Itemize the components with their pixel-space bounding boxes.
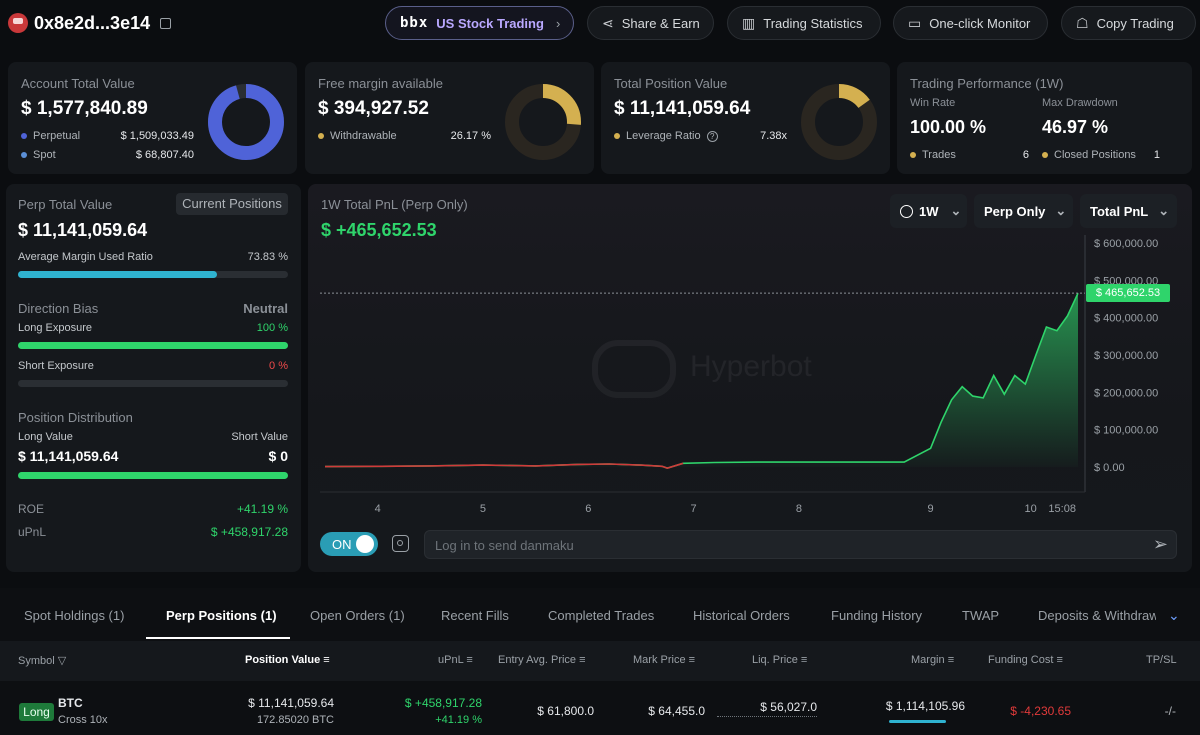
x-tick-label: 4 bbox=[375, 503, 381, 515]
table-row[interactable]: Long BTC Cross 10x $ 11,141,059.64 172.8… bbox=[0, 684, 1200, 735]
th-funding-cost[interactable]: Funding Cost ≡ bbox=[988, 654, 1063, 666]
sort-icon[interactable]: ≡ bbox=[948, 654, 954, 666]
y-tick-label: $ 200,000.00 bbox=[1094, 387, 1158, 399]
tab-spot-holdings[interactable]: Spot Holdings (1) bbox=[24, 608, 124, 623]
danmaku-placeholder: Log in to send danmaku bbox=[435, 538, 574, 553]
x-tick-label: 9 bbox=[927, 503, 933, 515]
sort-icon[interactable]: ≡ bbox=[323, 654, 329, 666]
entry-price-cell: $ 61,800.0 bbox=[537, 704, 594, 718]
settings-icon[interactable] bbox=[392, 535, 409, 552]
th-upnl[interactable]: uPnL ≡ bbox=[438, 654, 473, 666]
filter-icon[interactable]: ▽ bbox=[58, 655, 66, 667]
y-tick-label: $ 100,000.00 bbox=[1094, 425, 1158, 437]
sort-icon[interactable]: ≡ bbox=[466, 654, 472, 666]
funding-cost-cell: $ -4,230.65 bbox=[1010, 704, 1071, 718]
th-liq-price[interactable]: Liq. Price ≡ bbox=[752, 654, 807, 666]
tab-historical-orders[interactable]: Historical Orders bbox=[693, 608, 790, 623]
upnl-cell: $ +458,917.28 bbox=[404, 696, 482, 710]
margin-ratio-bar bbox=[889, 720, 946, 723]
th-mark-price[interactable]: Mark Price ≡ bbox=[633, 654, 695, 666]
tab-twap[interactable]: TWAP bbox=[962, 608, 999, 623]
tab-recent-fills[interactable]: Recent Fills bbox=[441, 608, 509, 623]
pnl-area-fill bbox=[325, 293, 1078, 469]
x-tick-label: 5 bbox=[480, 503, 486, 515]
danmaku-toggle[interactable]: ON bbox=[320, 532, 378, 556]
x-tick-label: 6 bbox=[585, 503, 591, 515]
th-symbol[interactable]: Symbol ▽ bbox=[18, 654, 66, 667]
x-tick-label: 15:08 bbox=[1048, 503, 1076, 515]
side-badge: Long bbox=[19, 703, 54, 721]
sort-icon[interactable]: ≡ bbox=[689, 654, 695, 666]
current-value-badge: $ 465,652.53 bbox=[1086, 284, 1170, 303]
x-tick-label: 8 bbox=[796, 503, 802, 515]
danmaku-input[interactable]: Log in to send danmaku ➢ bbox=[424, 530, 1177, 559]
position-value-cell: $ 11,141,059.64 bbox=[248, 696, 334, 710]
mark-price-cell: $ 64,455.0 bbox=[648, 704, 705, 718]
tab-completed-trades[interactable]: Completed Trades bbox=[548, 608, 654, 623]
x-tick-label: 7 bbox=[691, 503, 697, 515]
sort-icon[interactable]: ≡ bbox=[579, 654, 585, 666]
sort-icon[interactable]: ≡ bbox=[1057, 654, 1063, 666]
margin-mode: Cross 10x bbox=[58, 714, 108, 726]
symbol-name[interactable]: BTC bbox=[58, 696, 83, 710]
send-icon[interactable]: ➢ bbox=[1153, 534, 1168, 555]
margin-cell: $ 1,114,105.96 bbox=[885, 699, 965, 713]
y-tick-label: $ 400,000.00 bbox=[1094, 313, 1158, 325]
upnl-pct-cell: +41.19 % bbox=[435, 714, 482, 726]
tab-deposits-withdraw[interactable]: Deposits & Withdraw bbox=[1038, 608, 1156, 623]
liq-price-cell[interactable]: $ 56,027.0 bbox=[717, 700, 817, 717]
th-margin[interactable]: Margin ≡ bbox=[911, 654, 954, 666]
tab-funding-history[interactable]: Funding History bbox=[831, 608, 922, 623]
position-size-cell: 172.85020 BTC bbox=[256, 714, 334, 726]
active-tab-indicator bbox=[146, 637, 290, 639]
th-entry-price[interactable]: Entry Avg. Price ≡ bbox=[498, 654, 586, 666]
toggle-knob bbox=[356, 535, 374, 553]
y-tick-label: $ 600,000.00 bbox=[1094, 238, 1158, 250]
th-position-value[interactable]: Position Value ≡ bbox=[245, 654, 330, 666]
tab-open-orders[interactable]: Open Orders (1) bbox=[310, 608, 405, 623]
y-tick-label: $ 0.00 bbox=[1094, 462, 1125, 474]
toggle-label: ON bbox=[332, 537, 352, 552]
tab-perp-positions[interactable]: Perp Positions (1) bbox=[166, 608, 277, 623]
tpsl-cell[interactable]: -/- bbox=[1150, 704, 1176, 718]
tabs-more-chevron-icon[interactable]: ⌄ bbox=[1168, 607, 1180, 624]
y-tick-label: $ 300,000.00 bbox=[1094, 350, 1158, 362]
th-tpsl: TP/SL bbox=[1146, 654, 1177, 666]
x-tick-label: 10 bbox=[1024, 503, 1036, 515]
sort-icon[interactable]: ≡ bbox=[801, 654, 807, 666]
